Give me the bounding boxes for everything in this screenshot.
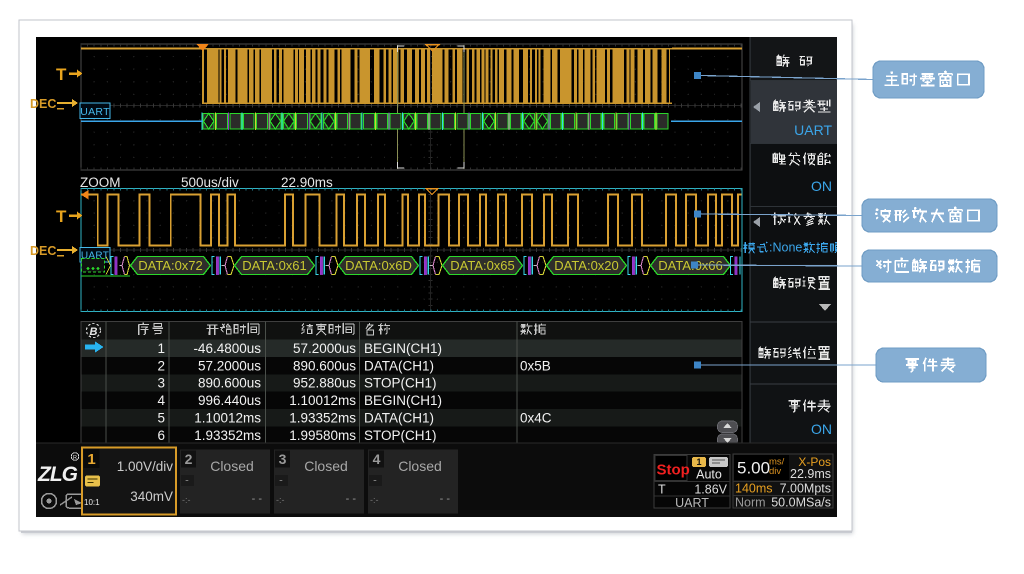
svg-text:ON: ON [811, 178, 832, 194]
svg-text:ZLG: ZLG [37, 463, 78, 486]
svg-text:div: div [769, 466, 781, 477]
svg-text:3: 3 [157, 376, 165, 391]
svg-text:57.2000us: 57.2000us [198, 358, 261, 373]
svg-text:DATA:0x20: DATA:0x20 [554, 258, 619, 273]
svg-text:UART: UART [794, 122, 832, 138]
svg-text:Auto: Auto [696, 468, 722, 482]
svg-text:DATA:0x72: DATA:0x72 [138, 258, 203, 273]
svg-text:DATA(CH1): DATA(CH1) [364, 358, 434, 373]
svg-text:DATA:0x65: DATA:0x65 [450, 258, 515, 273]
svg-text:10:1: 10:1 [84, 498, 100, 507]
svg-text:Stop: Stop [657, 462, 690, 479]
svg-text:- -: - - [346, 493, 357, 505]
svg-text:BEGIN(CH1): BEGIN(CH1) [364, 393, 442, 408]
svg-text:22.9ms: 22.9ms [790, 467, 831, 481]
svg-text:1: 1 [87, 451, 95, 468]
svg-text:0x5B: 0x5B [520, 358, 551, 373]
svg-text:Closed: Closed [398, 458, 442, 474]
svg-text:ON: ON [811, 421, 832, 437]
svg-text:- -: - - [440, 493, 451, 505]
svg-text:R: R [73, 455, 77, 461]
svg-text:-: - [279, 475, 283, 487]
svg-text:57.2000us: 57.2000us [293, 341, 356, 356]
svg-text:5.00: 5.00 [737, 459, 770, 478]
svg-text:- -: - - [252, 493, 263, 505]
svg-text:UART: UART [80, 106, 110, 118]
svg-text:T: T [56, 65, 67, 84]
svg-text:T: T [658, 483, 666, 497]
svg-text:140ms: 140ms [735, 482, 773, 496]
svg-text:6: 6 [157, 428, 165, 443]
svg-text:0x4C: 0x4C [520, 411, 552, 426]
svg-text:500us/div: 500us/div [181, 175, 239, 190]
svg-text:1: 1 [157, 341, 165, 356]
svg-text:DATA(CH1): DATA(CH1) [364, 411, 434, 426]
svg-text:BEGIN(CH1): BEGIN(CH1) [364, 341, 442, 356]
svg-text:ZOOM: ZOOM [80, 175, 121, 190]
svg-text:UART: UART [675, 496, 709, 510]
svg-text:5: 5 [157, 411, 165, 426]
svg-text::None: :None [769, 241, 802, 255]
svg-text:7.00Mpts: 7.00Mpts [780, 482, 831, 496]
svg-text:1.10012ms: 1.10012ms [289, 393, 356, 408]
svg-text:996.440us: 996.440us [198, 393, 261, 408]
svg-text:1: 1 [696, 457, 701, 467]
svg-text:DEC: DEC [30, 244, 56, 258]
svg-text:952.880us: 952.880us [293, 376, 356, 391]
svg-text:1.93352ms: 1.93352ms [194, 428, 261, 443]
svg-text:DATA:0x6D: DATA:0x6D [345, 258, 412, 273]
svg-text:1.93352ms: 1.93352ms [289, 411, 356, 426]
svg-text:1.86V: 1.86V [694, 483, 727, 497]
svg-text:Closed: Closed [210, 458, 254, 474]
svg-text:DATA:0x66: DATA:0x66 [658, 258, 723, 273]
svg-text:STOP(CH1): STOP(CH1) [364, 376, 437, 391]
svg-text:340mV: 340mV [130, 489, 173, 504]
svg-text:-:-: -:- [182, 495, 191, 505]
svg-text:890.600us: 890.600us [293, 358, 356, 373]
svg-text:4: 4 [157, 393, 165, 408]
svg-text:4: 4 [373, 451, 381, 467]
svg-text:50.0MSa/s: 50.0MSa/s [771, 496, 831, 510]
svg-text:-: - [373, 475, 377, 487]
svg-text:2: 2 [157, 358, 165, 373]
svg-text:1.99580ms: 1.99580ms [289, 428, 356, 443]
svg-text:-46.4800us: -46.4800us [193, 341, 261, 356]
svg-text:T: T [56, 207, 67, 226]
svg-text:STOP(CH1): STOP(CH1) [364, 428, 437, 443]
svg-text:1.00V/div: 1.00V/div [117, 459, 174, 474]
svg-text:1.10012ms: 1.10012ms [194, 411, 261, 426]
svg-text:-:-: -:- [370, 495, 379, 505]
svg-text:Norm: Norm [735, 496, 766, 510]
svg-text:3: 3 [279, 451, 287, 467]
svg-text:DEC: DEC [30, 97, 56, 111]
svg-text:2: 2 [185, 451, 193, 467]
svg-text:-:-: -:- [276, 495, 285, 505]
svg-text:Closed: Closed [304, 458, 348, 474]
svg-text:-: - [185, 475, 189, 487]
svg-text:DATA:0x61: DATA:0x61 [242, 258, 307, 273]
svg-text:22.90ms: 22.90ms [281, 175, 333, 190]
svg-text:B: B [90, 326, 98, 338]
svg-text:890.600us: 890.600us [198, 376, 261, 391]
